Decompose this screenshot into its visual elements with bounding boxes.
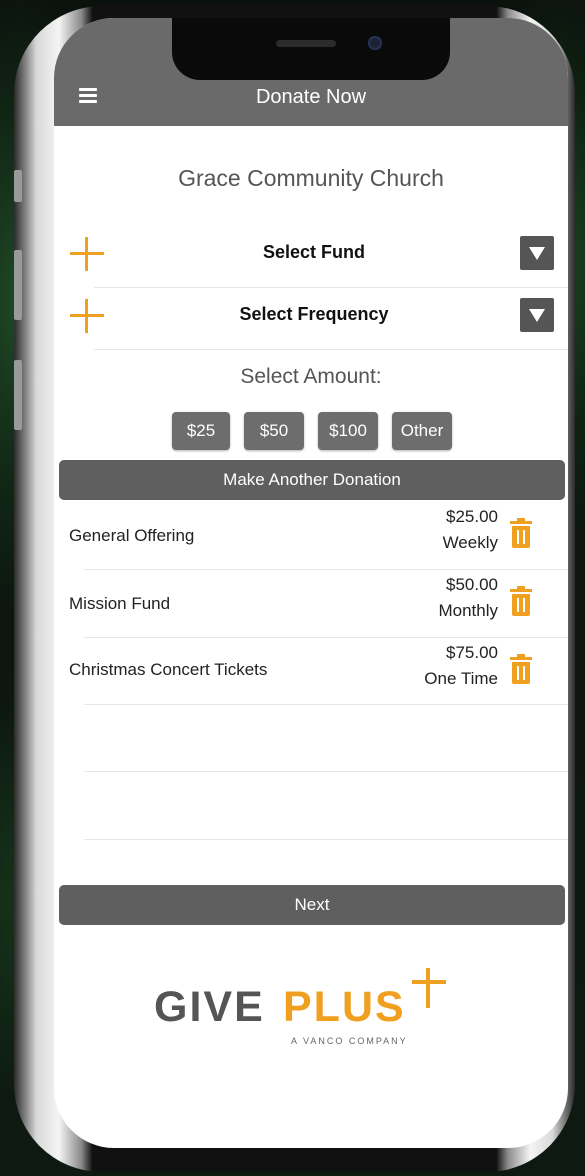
trash-icon[interactable] [510,518,532,548]
donation-name: General Offering [69,526,195,545]
donation-name: Mission Fund [69,594,171,613]
select-amount-title: Select Amount: [240,365,382,388]
empty-row-divider [84,839,568,840]
next-button[interactable]: Next [59,885,565,925]
donation-name: Christmas Concert Tickets [69,660,268,679]
make-another-donation-button[interactable]: Make Another Donation [59,460,565,500]
donation-row: Mission Fund $50.00 Monthly [54,572,568,636]
divider [94,287,568,288]
donation-amount-block: $75.00 One Time [424,640,498,692]
logo-cross-icon [412,980,446,984]
donation-row: Christmas Concert Tickets $75.00 One Tim… [54,640,568,704]
donation-frequency: Monthly [438,601,498,620]
donation-amount: $50.00 [446,575,498,594]
amount-50-button[interactable]: $50 [244,412,304,450]
fund-select-row[interactable]: Select Fund [64,227,564,287]
speaker-grille [276,40,336,47]
logo-give-text: GIVE [154,983,265,1031]
divider [94,349,568,350]
mute-switch [14,170,22,202]
organization-name: Grace Community Church [178,165,444,191]
page-title: Donate Now [255,86,367,108]
phone-screen: Donate Now Grace Community Church Select… [54,18,568,1148]
giveplus-logo: GIVE PLUS A VANCO COMPANY [154,968,454,1068]
donation-amount-block: $25.00 Weekly [443,504,498,556]
divider [84,637,568,638]
phone-notch [172,18,450,80]
empty-row-divider [84,771,568,772]
camera-icon [368,36,382,50]
donation-frequency: One Time [424,669,498,688]
divider [84,704,568,705]
frequency-dropdown-arrow-icon[interactable] [520,298,554,332]
logo-cross-icon [426,968,430,1008]
frequency-select-label[interactable]: Select Frequency [64,304,564,325]
donation-row: General Offering $25.00 Weekly [54,504,568,568]
donation-amount: $25.00 [446,507,498,526]
donation-amount-block: $50.00 Monthly [438,572,498,624]
trash-icon[interactable] [510,654,532,684]
frequency-select-row[interactable]: Select Frequency [64,289,564,349]
fund-dropdown-arrow-icon[interactable] [520,236,554,270]
volume-down-button [14,360,22,430]
volume-up-button [14,250,22,320]
logo-plus-text: PLUS [283,983,406,1031]
trash-icon[interactable] [510,586,532,616]
fund-select-label[interactable]: Select Fund [64,242,564,263]
amount-100-button[interactable]: $100 [318,412,378,450]
divider [84,569,568,570]
amount-other-button[interactable]: Other [392,412,452,450]
logo-tagline: A VANCO COMPANY [291,1036,408,1046]
donation-frequency: Weekly [442,533,498,552]
amount-25-button[interactable]: $25 [172,412,230,450]
donation-amount: $75.00 [446,643,498,662]
